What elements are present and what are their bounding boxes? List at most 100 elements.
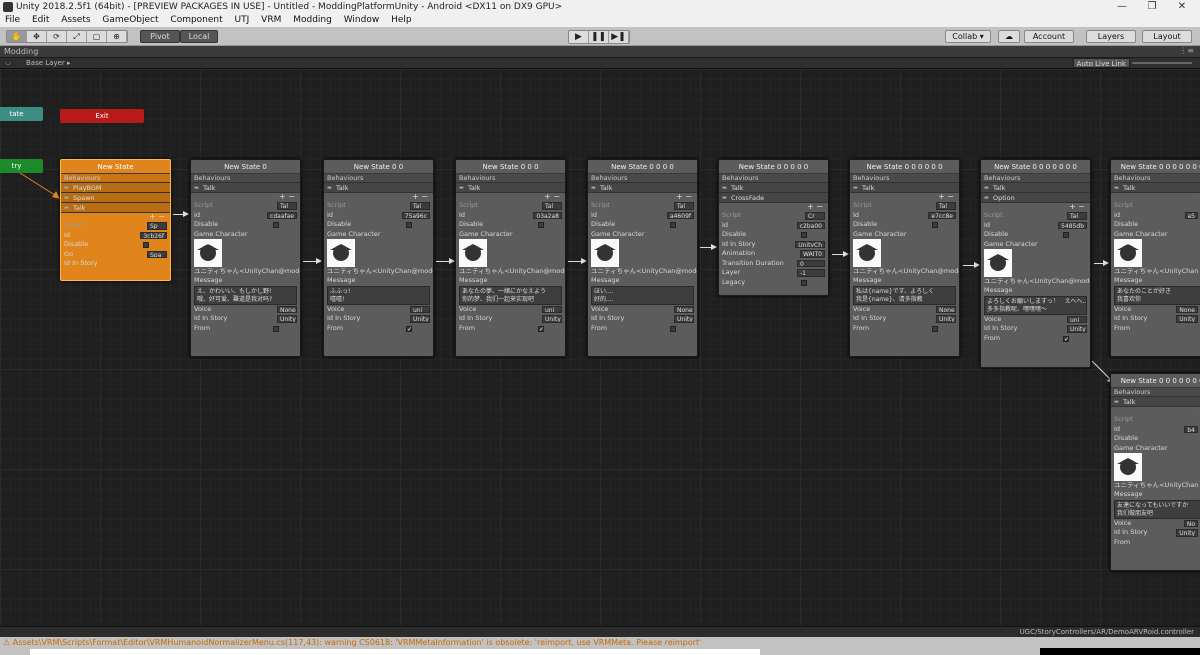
transition-arrow[interactable]: [1094, 260, 1109, 266]
script-field[interactable]: Sp: [147, 222, 167, 230]
script-field[interactable]: Tal: [674, 202, 694, 210]
zoom-slider[interactable]: [1132, 62, 1192, 64]
disable-checkbox[interactable]: [143, 242, 149, 248]
behaviour-item[interactable]: Talk: [324, 183, 433, 193]
from-checkbox[interactable]: ✓: [1063, 335, 1069, 342]
transition-arrow[interactable]: [568, 258, 587, 264]
transition-arrow[interactable]: [832, 251, 849, 257]
state-node[interactable]: New State 0 0 Behaviours Talk + − Script…: [323, 159, 434, 357]
menu-utj[interactable]: UTJ: [235, 15, 250, 25]
message-field[interactable]: ほい.... 好的....: [591, 285, 694, 305]
cloud-icon[interactable]: ☁: [998, 30, 1020, 43]
behaviour-item[interactable]: Option: [981, 193, 1090, 203]
character-avatar[interactable]: [194, 239, 222, 267]
minimize-button[interactable]: —: [1108, 0, 1136, 14]
transition-arrow[interactable]: [436, 258, 455, 264]
disable-checkbox[interactable]: [801, 232, 807, 238]
behaviour-item[interactable]: Talk: [588, 183, 697, 193]
from-checkbox[interactable]: [273, 325, 279, 332]
message-field[interactable]: 友達になってもいいですか 我们做朋友吧: [1114, 499, 1200, 519]
menu-window[interactable]: Window: [344, 15, 380, 25]
disable-checkbox[interactable]: [670, 222, 676, 228]
id-field[interactable]: 5485db: [1058, 221, 1087, 229]
transition-arrow[interactable]: [303, 258, 322, 264]
script-field[interactable]: Tal: [410, 202, 430, 210]
voice-field[interactable]: None: [936, 305, 956, 313]
script-field[interactable]: Tal: [1067, 212, 1087, 220]
console-warning[interactable]: ⚠ Assets\VRM\Scripts\Format\Editor\VRMHu…: [0, 637, 1200, 648]
add-remove-buttons[interactable]: + −: [191, 193, 300, 201]
voice-field[interactable]: None: [277, 305, 297, 313]
character-avatar[interactable]: [853, 239, 881, 267]
legacy-checkbox[interactable]: [801, 279, 807, 286]
transform-tool-icon[interactable]: ⊕: [107, 31, 127, 42]
go-field[interactable]: Spa: [147, 250, 167, 258]
add-remove-buttons[interactable]: + −: [719, 203, 828, 211]
pivot-button[interactable]: Pivot: [140, 30, 180, 43]
state-node-selected[interactable]: New State Behaviours PlayBGM Spawn Talk …: [60, 159, 171, 281]
behaviour-item[interactable]: Talk: [850, 183, 959, 193]
disable-checkbox[interactable]: [1063, 232, 1069, 238]
breadcrumb-base-layer[interactable]: Base Layer ▸: [26, 59, 71, 67]
disable-checkbox[interactable]: [406, 222, 412, 228]
id-field[interactable]: 03a2a8: [533, 211, 562, 219]
behaviour-item[interactable]: Talk: [1111, 397, 1200, 407]
add-remove-buttons[interactable]: + −: [981, 203, 1090, 211]
add-remove-buttons[interactable]: + −: [456, 193, 565, 201]
message-field[interactable]: よろしくお願いしますっ！ えへへ... 多多指教呢、嘿嘿嘿～: [984, 295, 1087, 315]
voice-field[interactable]: No: [1183, 519, 1198, 527]
add-remove-buttons[interactable]: + −: [850, 193, 959, 201]
animation-field[interactable]: WAIT0: [800, 250, 825, 258]
local-button[interactable]: Local: [180, 30, 218, 43]
transition-arrow[interactable]: [963, 262, 980, 268]
menu-component[interactable]: Component: [170, 15, 222, 25]
rotate-tool-icon[interactable]: ⟳: [47, 31, 67, 42]
state-node[interactable]: New State 0 0 0 0 0 0 0 Behaviours Talk …: [980, 159, 1091, 368]
script-field[interactable]: Tal: [542, 202, 562, 210]
from-checkbox[interactable]: [932, 325, 938, 332]
message-field[interactable]: え、かわいい、もしかし野! 哦、好可爱、難道是我对吗?: [194, 285, 297, 305]
behaviour-item[interactable]: Talk: [191, 183, 300, 193]
behaviour-item[interactable]: Talk: [1111, 183, 1200, 193]
move-tool-icon[interactable]: ✥: [27, 31, 47, 42]
id-in-story-field[interactable]: UnityCh: [542, 315, 562, 323]
rect-tool-icon[interactable]: ▢: [87, 31, 107, 42]
hand-tool-icon[interactable]: ✋: [7, 31, 27, 42]
id-field[interactable]: a4609f: [666, 211, 694, 219]
behaviour-item[interactable]: Talk: [61, 203, 170, 213]
state-node[interactable]: New State 0 0 0 Behaviours Talk + − Scri…: [455, 159, 566, 357]
id-field[interactable]: a5: [1184, 211, 1198, 219]
message-field[interactable]: ふふっ! 嘻嘻!: [327, 285, 430, 305]
add-remove-buttons[interactable]: + −: [588, 193, 697, 201]
message-field[interactable]: 私は{name}です、よろしく 我是{name}、请多指教: [853, 285, 956, 305]
voice-field[interactable]: None: [1176, 305, 1198, 313]
layers-dropdown[interactable]: Layers: [1086, 30, 1136, 43]
close-window-button[interactable]: ✕: [1168, 0, 1196, 14]
animator-graph[interactable]: tate Exit try New State Behaviours PlayB…: [0, 69, 1200, 626]
id-in-story-field[interactable]: UnityCh: [1067, 325, 1087, 333]
id-in-story-field[interactable]: Unity: [1176, 529, 1198, 537]
behaviour-item[interactable]: Spawn: [61, 193, 170, 203]
disable-checkbox[interactable]: [538, 222, 544, 228]
menu-file[interactable]: File: [5, 15, 20, 25]
id-in-story-field[interactable]: UnityCh: [795, 240, 825, 248]
id-field[interactable]: 3cb26f: [140, 231, 167, 239]
character-avatar[interactable]: [459, 239, 487, 267]
id-field[interactable]: cdaafae: [267, 211, 297, 219]
menu-assets[interactable]: Assets: [61, 15, 90, 25]
maximize-button[interactable]: ❐: [1138, 0, 1166, 14]
behaviour-item[interactable]: CrossFade: [719, 193, 828, 203]
id-in-story-field[interactable]: UnityC: [277, 315, 297, 323]
transition-arrow[interactable]: [700, 244, 717, 250]
script-field[interactable]: Cr: [805, 212, 825, 220]
id-field[interactable]: e7cc8e: [928, 211, 956, 219]
id-in-story-field[interactable]: UnityC: [410, 315, 430, 323]
state-node[interactable]: New State 0 0 0 0 Behaviours Talk + − Sc…: [587, 159, 698, 357]
message-field[interactable]: あなたの夢、一緒にかなえよう 你的梦、我们一起来实现吧: [459, 285, 562, 305]
layer-toggle-icon[interactable]: ◡: [5, 58, 11, 66]
script-field[interactable]: Tal: [936, 202, 956, 210]
character-avatar[interactable]: [591, 239, 619, 267]
add-remove-buttons[interactable]: + −: [324, 193, 433, 201]
tab-menu-icon[interactable]: ⋮≡: [1179, 46, 1194, 55]
state-node-crossfade[interactable]: New State 0 0 0 0 0 Behaviours Talk Cros…: [718, 159, 829, 296]
